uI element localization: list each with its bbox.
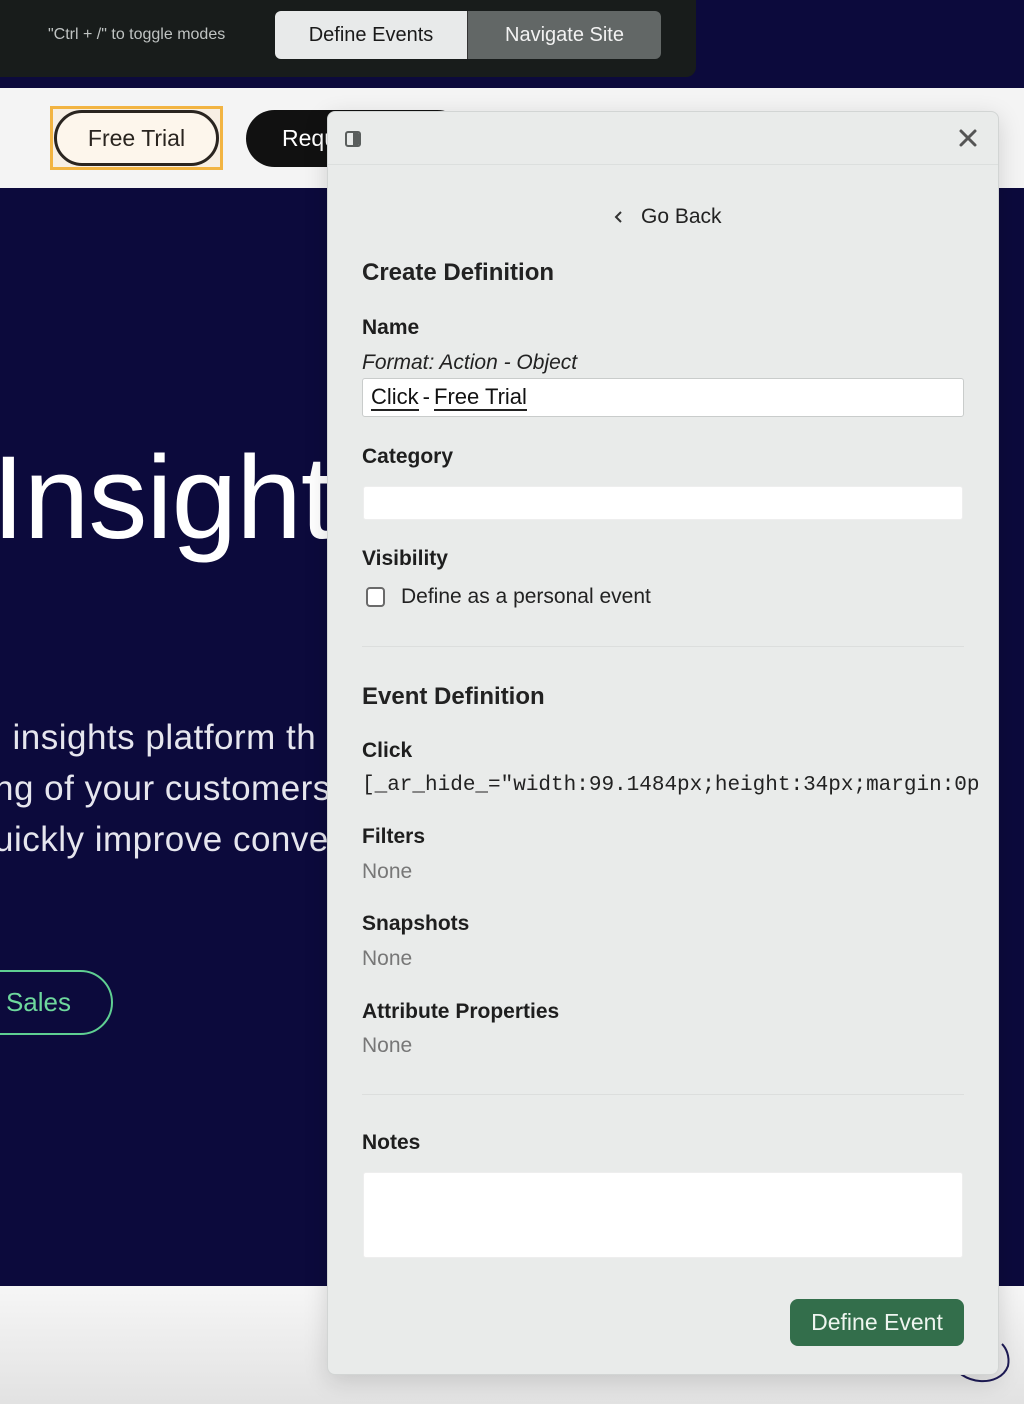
create-definition-panel: Go Back Create Definition Name Format: A…: [327, 111, 999, 1375]
attribute-properties-value: None: [362, 1034, 413, 1057]
personal-event-row: Define as a personal event: [366, 585, 651, 609]
hero-text-line: l insights platform th: [0, 718, 317, 757]
go-back-label: Go Back: [641, 205, 722, 228]
event-definition-title: Event Definition: [362, 683, 545, 710]
define-events-mode-button[interactable]: Define Events: [275, 11, 468, 59]
mode-toggle-hint: "Ctrl + /" to toggle modes: [48, 26, 226, 43]
section-divider: [362, 1094, 964, 1095]
click-label: Click: [362, 739, 413, 762]
close-icon[interactable]: [954, 124, 982, 152]
define-event-button[interactable]: Define Event: [790, 1299, 964, 1346]
hero-title: Insight: [0, 432, 334, 564]
mode-toggle: Define Events Navigate Site: [275, 11, 661, 59]
panel-title: Create Definition: [362, 259, 555, 286]
name-token-separator: -: [422, 384, 430, 409]
hero-text-line: uickly improve conve: [0, 820, 329, 859]
chevron-left-icon: [614, 211, 622, 223]
dock-side-icon[interactable]: [345, 131, 361, 147]
notes-textarea[interactable]: [363, 1172, 963, 1258]
personal-event-checkbox[interactable]: [366, 587, 385, 607]
category-label: Category: [362, 445, 454, 468]
hero-text-line: ng of your customers: [0, 769, 331, 808]
filters-label: Filters: [362, 825, 426, 848]
free-trial-button[interactable]: Free Trial: [54, 110, 219, 166]
section-divider: [362, 646, 964, 647]
notes-label: Notes: [362, 1131, 421, 1154]
filters-value: None: [362, 860, 413, 883]
panel-header: [328, 112, 998, 165]
visibility-label: Visibility: [362, 547, 448, 570]
category-input[interactable]: [363, 486, 963, 520]
snapshots-label: Snapshots: [362, 912, 470, 935]
snapshots-value: None: [362, 947, 413, 970]
name-format-hint: Format: Action - Object: [362, 351, 578, 374]
go-back-link[interactable]: Go Back: [611, 205, 722, 229]
name-label: Name: [362, 316, 420, 339]
name-input[interactable]: Click - Free Trial: [362, 378, 964, 417]
contact-sales-button[interactable]: : Sales: [0, 970, 113, 1035]
mode-toggle-bar: "Ctrl + /" to toggle modes Define Events…: [0, 0, 696, 77]
navigate-site-mode-button[interactable]: Navigate Site: [468, 11, 661, 59]
name-token-object[interactable]: Free Trial: [434, 384, 527, 411]
click-selector-value: [_ar_hide_="width:99.1484px;height:34px;…: [362, 774, 980, 797]
name-token-action[interactable]: Click: [371, 384, 419, 411]
attribute-properties-label: Attribute Properties: [362, 1000, 560, 1023]
personal-event-label[interactable]: Define as a personal event: [401, 585, 651, 609]
